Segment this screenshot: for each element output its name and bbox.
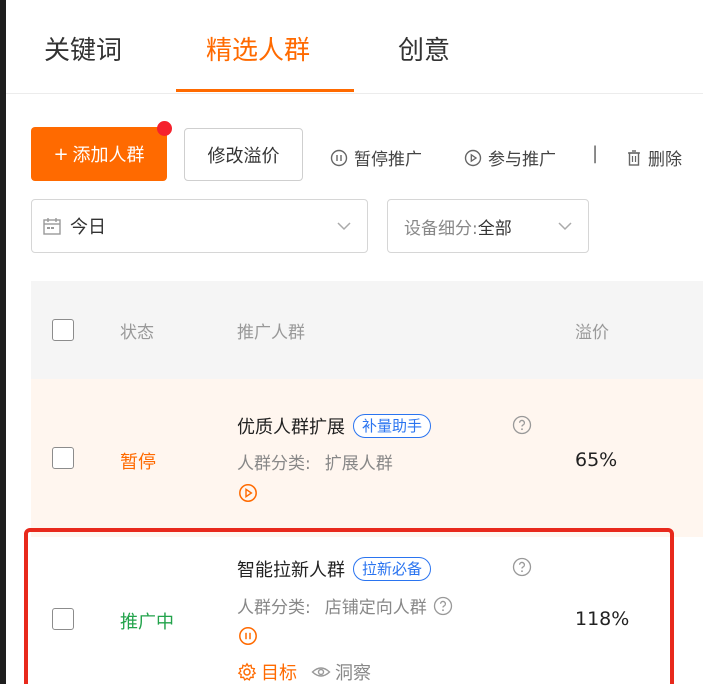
crowd-name-text: 智能拉新人群 xyxy=(237,560,345,581)
help-icon[interactable] xyxy=(512,415,532,439)
trash-icon xyxy=(626,149,642,167)
delete-button[interactable]: 删除 xyxy=(626,145,682,170)
category-value: 店铺定向人群 xyxy=(324,598,427,618)
pause-circle-icon[interactable] xyxy=(238,626,258,646)
gear-icon xyxy=(237,662,257,682)
status-text: 推广中 xyxy=(120,612,174,633)
modify-premium-button[interactable]: 修改溢价 xyxy=(184,128,303,181)
delete-label: 删除 xyxy=(648,150,682,170)
header-crowd: 推广人群 xyxy=(237,323,305,343)
pause-circle-icon xyxy=(330,149,348,167)
join-promotion-label: 参与推广 xyxy=(488,150,556,170)
eye-icon xyxy=(311,664,331,680)
play-circle-icon[interactable] xyxy=(238,483,258,503)
date-select[interactable]: 今日 xyxy=(31,199,368,253)
notification-dot xyxy=(157,121,172,136)
crowd-category: 人群分类: 扩展人群 xyxy=(237,449,393,474)
row-checkbox[interactable] xyxy=(52,608,74,630)
pause-promotion-label: 暂停推广 xyxy=(354,150,422,170)
table-row: 推广中 智能拉新人群 拉新必备 人群分类: 店铺定向人群 目标 洞察 118% xyxy=(31,537,703,684)
pause-promotion-button[interactable]: 暂停推广 xyxy=(330,145,422,170)
crowd-name: 智能拉新人群 拉新必备 xyxy=(237,556,432,582)
chevron-down-icon xyxy=(335,217,353,240)
calendar-icon xyxy=(42,216,62,236)
insight-link[interactable]: 洞察 xyxy=(311,659,371,684)
premium-value: 65% xyxy=(575,449,618,471)
device-select[interactable]: 设备细分: 全部 xyxy=(387,199,589,253)
join-promotion-button[interactable]: 参与推广 xyxy=(464,145,556,170)
tab-selected-crowds[interactable]: 精选人群 xyxy=(206,30,310,67)
active-tab-indicator xyxy=(176,89,354,92)
table-header: 状态 推广人群 溢价 xyxy=(31,281,703,379)
device-select-label: 设备细分: xyxy=(404,218,478,239)
plus-icon: + xyxy=(53,143,69,165)
play-circle-icon xyxy=(464,149,482,167)
tab-bar: 关键词 精选人群 创意 xyxy=(6,0,703,94)
crowd-category: 人群分类: 店铺定向人群 xyxy=(237,593,453,618)
row-checkbox[interactable] xyxy=(52,447,74,469)
add-crowd-button[interactable]: + 添加人群 xyxy=(31,127,167,181)
category-value: 扩展人群 xyxy=(324,454,393,474)
target-label: 目标 xyxy=(261,663,297,684)
status-text: 暂停 xyxy=(120,452,156,473)
category-label: 人群分类: xyxy=(237,454,311,474)
chevron-down-icon xyxy=(556,217,574,240)
help-icon[interactable] xyxy=(433,596,453,616)
header-premium: 溢价 xyxy=(575,323,609,343)
device-select-value: 全部 xyxy=(477,218,512,239)
select-all-checkbox[interactable] xyxy=(52,319,74,341)
crowd-tag[interactable]: 补量助手 xyxy=(353,414,432,438)
add-crowd-label: 添加人群 xyxy=(72,145,145,166)
crowd-name-text: 优质人群扩展 xyxy=(237,417,345,438)
table-row: 暂停 优质人群扩展 补量助手 人群分类: 扩展人群 65% xyxy=(31,379,703,537)
target-link[interactable]: 目标 xyxy=(237,659,297,684)
premium-value: 118% xyxy=(575,608,630,630)
tab-keywords[interactable]: 关键词 xyxy=(44,30,122,67)
category-label: 人群分类: xyxy=(237,598,311,618)
help-icon[interactable] xyxy=(512,557,532,581)
insight-label: 洞察 xyxy=(335,663,371,684)
window-edge xyxy=(0,0,6,684)
row-actions: 目标 洞察 xyxy=(237,659,371,684)
toolbar-separator: | xyxy=(592,143,599,164)
date-select-value: 今日 xyxy=(70,217,106,238)
tab-creative[interactable]: 创意 xyxy=(398,30,450,67)
crowd-tag[interactable]: 拉新必备 xyxy=(353,557,432,581)
header-status: 状态 xyxy=(120,323,154,343)
crowd-name: 优质人群扩展 补量助手 xyxy=(237,413,432,439)
